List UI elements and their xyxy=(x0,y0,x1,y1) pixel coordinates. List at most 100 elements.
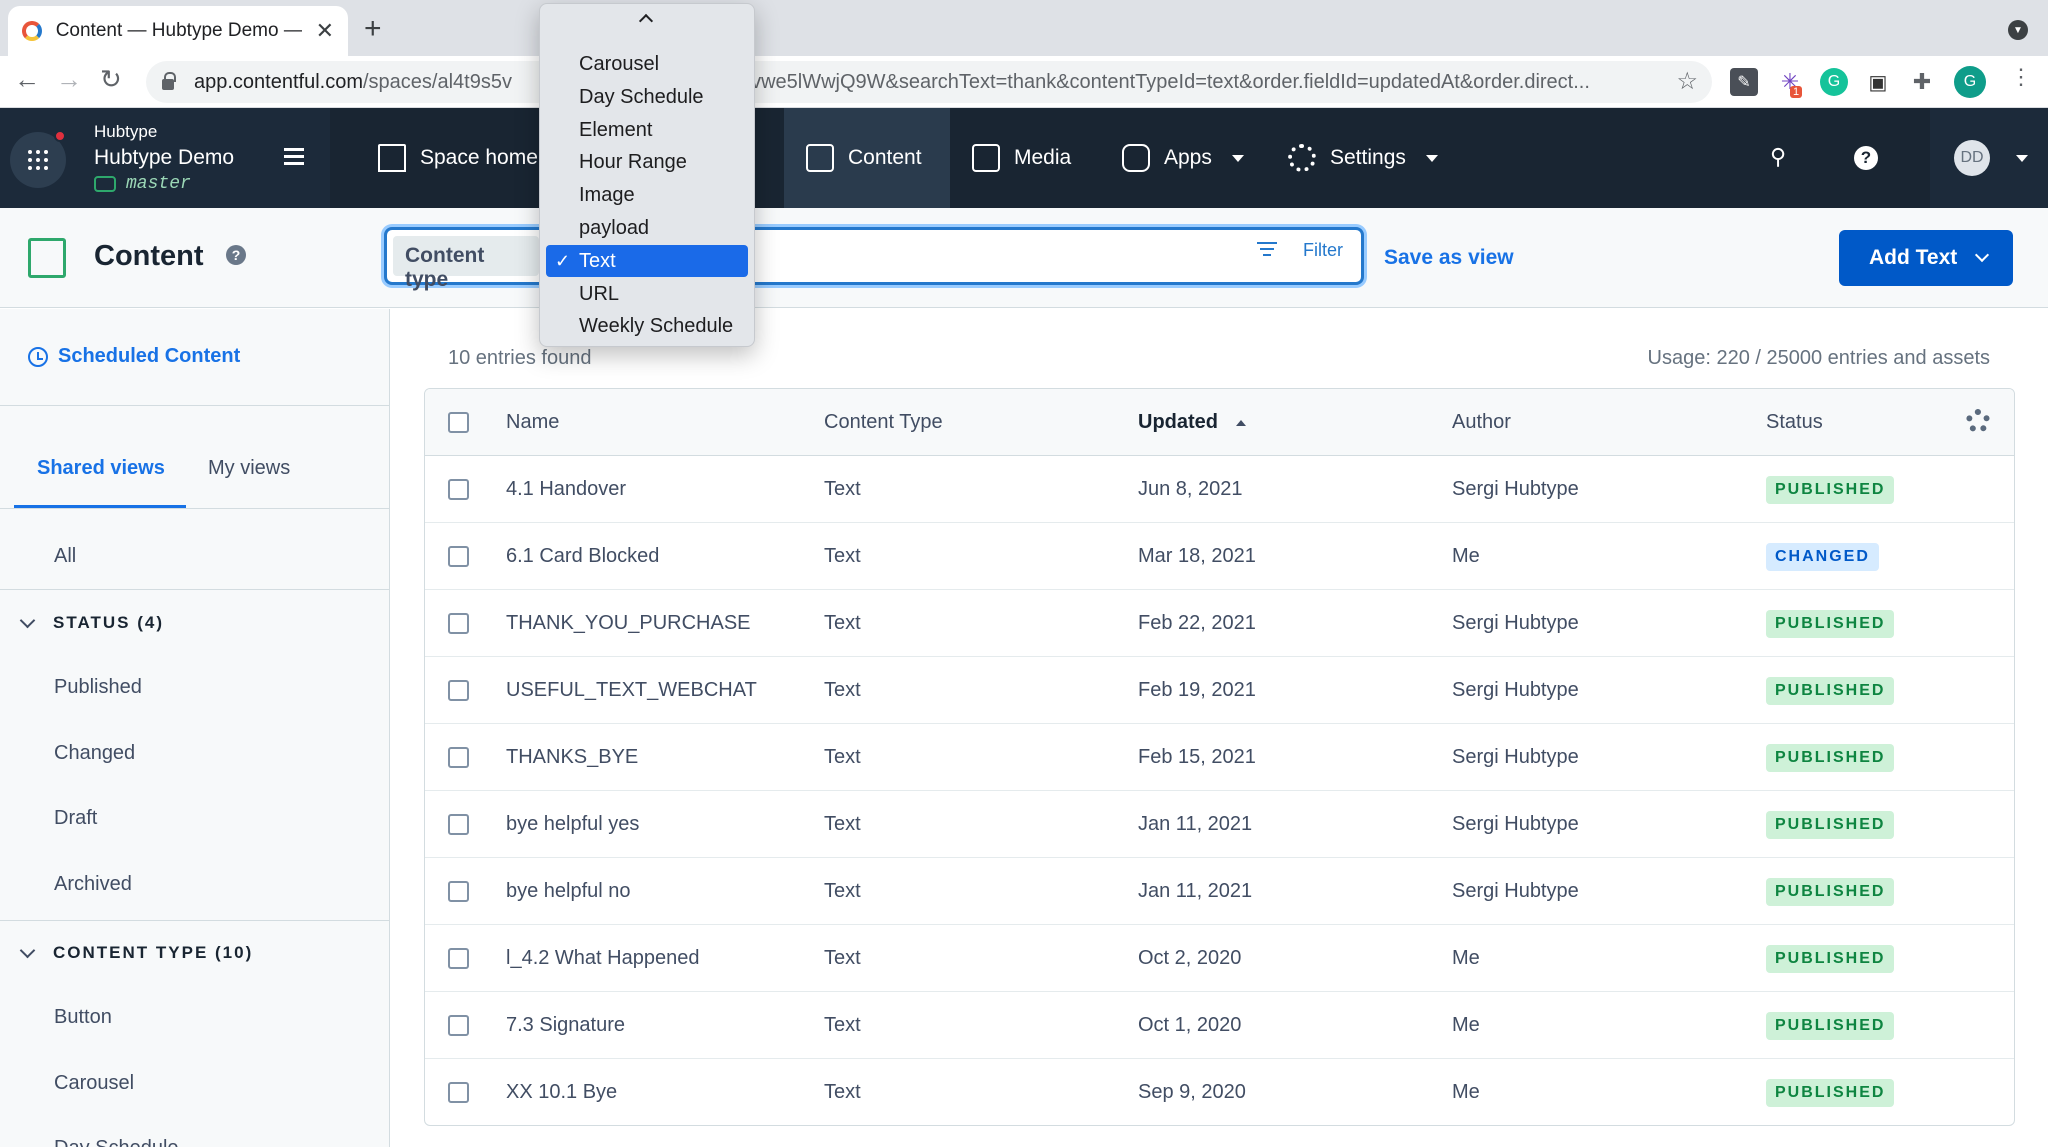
entry-name[interactable]: bye helpful no xyxy=(506,858,631,925)
content-type-filter-pill[interactable]: Content type xyxy=(393,236,539,291)
address-bar[interactable]: app.contentful.com/spaces/al4t9s5v nvwe5l… xyxy=(146,61,1712,103)
entry-name[interactable]: 6.1 Card Blocked xyxy=(506,523,659,590)
status-cell: PUBLISHED xyxy=(1766,456,1895,523)
column-status[interactable]: Status xyxy=(1766,389,1823,456)
row-checkbox[interactable] xyxy=(448,1082,469,1103)
add-entry-button[interactable]: Add Text xyxy=(1839,230,2013,286)
status-cell: PUBLISHED xyxy=(1766,992,1895,1059)
new-tab-icon[interactable]: + xyxy=(364,14,382,44)
tab-search-icon[interactable]: ▼ xyxy=(2008,20,2028,40)
dropdown-option[interactable]: Element xyxy=(546,114,748,146)
column-settings-gear-icon[interactable] xyxy=(1966,409,1990,433)
row-checkbox[interactable] xyxy=(448,479,469,500)
entry-content-type: Text xyxy=(824,746,861,768)
status-cell: PUBLISHED xyxy=(1766,1059,1895,1125)
bookmark-star-icon[interactable]: ☆ xyxy=(1676,67,1698,96)
browser-menu-icon[interactable]: ⋮ xyxy=(2010,66,2032,88)
column-author[interactable]: Author xyxy=(1452,389,1511,456)
status-badge: PUBLISHED xyxy=(1766,1078,1895,1107)
scroll-up-chevron-icon[interactable] xyxy=(638,13,654,29)
select-all-checkbox[interactable] xyxy=(448,412,469,433)
nav-apps[interactable]: Apps xyxy=(1100,108,1266,208)
dropdown-option[interactable]: ✓ Text xyxy=(546,244,748,277)
row-checkbox[interactable] xyxy=(448,680,469,701)
extensions-puzzle-icon[interactable]: ✚ xyxy=(1908,68,1936,96)
view-draft[interactable]: Draft xyxy=(54,807,97,830)
help-icon[interactable]: ? xyxy=(1854,146,1878,170)
extension-pen-icon[interactable]: ✎ xyxy=(1730,68,1758,96)
entry-name[interactable]: THANK_YOU_PURCHASE xyxy=(506,590,751,657)
row-checkbox[interactable] xyxy=(448,747,469,768)
table-row[interactable]: THANKS_BYE Text Feb 15, 2021 Sergi Hubtype P… xyxy=(425,724,2014,791)
entry-name[interactable]: USEFUL_TEXT_WEBCHAT xyxy=(506,657,757,724)
row-checkbox[interactable] xyxy=(448,881,469,902)
entry-content-type: Text xyxy=(824,612,861,634)
column-content-type[interactable]: Content Type xyxy=(824,389,943,456)
filter-button[interactable]: Filter xyxy=(1257,240,1343,261)
entry-name[interactable]: bye helpful yes xyxy=(506,791,639,858)
extension-camera-icon[interactable]: ▣ xyxy=(1864,68,1892,96)
column-name[interactable]: Name xyxy=(506,389,559,456)
table-row[interactable]: 6.1 Card Blocked Text Mar 18, 2021 Me CHANGE… xyxy=(425,523,2014,590)
entry-updated: Jan 11, 2021 xyxy=(1138,813,1253,835)
entry-name[interactable]: 4.1 Handover xyxy=(506,456,626,523)
nav-settings[interactable]: Settings xyxy=(1266,108,1460,208)
table-row[interactable]: USEFUL_TEXT_WEBCHAT Text Feb 19, 2021 Sergi… xyxy=(425,657,2014,724)
scheduled-content-link[interactable]: Scheduled Content xyxy=(28,345,240,368)
nav-media[interactable]: Media xyxy=(950,108,1093,208)
tab-my-views[interactable]: My views xyxy=(208,457,290,480)
view-type-button[interactable]: Button xyxy=(54,1006,112,1029)
forward-icon[interactable]: → xyxy=(56,66,82,92)
reload-icon[interactable]: ↻ xyxy=(100,66,122,92)
table-row[interactable]: 4.1 Handover Text Jun 8, 2021 Sergi Hubtype… xyxy=(425,456,2014,523)
view-changed[interactable]: Changed xyxy=(54,742,135,765)
status-group-toggle[interactable]: STATUS (4) xyxy=(19,612,164,633)
tab-close-icon[interactable]: ✕ xyxy=(316,18,334,44)
view-published[interactable]: Published xyxy=(54,676,142,699)
save-as-view-link[interactable]: Save as view xyxy=(1384,246,1514,270)
row-checkbox[interactable] xyxy=(448,546,469,567)
dropdown-option[interactable]: Carousel xyxy=(546,48,748,80)
table-row[interactable]: THANK_YOU_PURCHASE Text Feb 22, 2021 Sergi … xyxy=(425,590,2014,657)
search-icon[interactable]: ⚲ xyxy=(1770,144,1786,170)
status-cell: PUBLISHED xyxy=(1766,858,1895,925)
grammarly-icon[interactable]: G xyxy=(1820,68,1848,96)
dropdown-option[interactable]: URL xyxy=(546,278,748,310)
dropdown-option[interactable]: Day Schedule xyxy=(546,81,748,113)
nav-content[interactable]: Content xyxy=(784,108,950,208)
view-all[interactable]: All xyxy=(54,545,76,568)
row-checkbox[interactable] xyxy=(448,814,469,835)
dropdown-option[interactable]: Hour Range xyxy=(546,146,748,178)
profile-avatar[interactable]: G xyxy=(1954,66,1986,98)
table-row[interactable]: 7.3 Signature Text Oct 1, 2020 Me PUBLISHED xyxy=(425,992,2014,1059)
space-switcher[interactable]: Hubtype Hubtype Demo master xyxy=(0,108,330,208)
filter-icon xyxy=(1257,241,1277,260)
table-row[interactable]: bye helpful no Text Jan 11, 2021 Sergi Hubt… xyxy=(425,858,2014,925)
view-type-carousel[interactable]: Carousel xyxy=(54,1072,134,1095)
row-checkbox[interactable] xyxy=(448,1015,469,1036)
entry-name[interactable]: THANKS_BYE xyxy=(506,724,638,791)
entry-name[interactable]: l_4.2 What Happened xyxy=(506,925,699,992)
dropdown-option[interactable]: Weekly Schedule xyxy=(546,310,748,342)
dropdown-option[interactable]: payload xyxy=(546,212,748,244)
nav-space-home[interactable]: Space home xyxy=(356,108,560,208)
entry-name[interactable]: XX 10.1 Bye xyxy=(506,1059,617,1125)
browser-tab[interactable]: Content — Hubtype Demo — pl ✕ xyxy=(8,6,348,56)
column-updated[interactable]: Updated xyxy=(1138,389,1246,456)
hamburger-menu-icon[interactable] xyxy=(284,148,304,169)
user-menu[interactable]: DD xyxy=(1930,108,2048,208)
dropdown-option[interactable]: Image xyxy=(546,179,748,211)
entry-name[interactable]: 7.3 Signature xyxy=(506,992,625,1059)
search-bar[interactable]: Content type Filter xyxy=(384,227,1364,291)
content-type-group-toggle[interactable]: CONTENT TYPE (10) xyxy=(19,942,253,963)
table-row[interactable]: XX 10.1 Bye Text Sep 9, 2020 Me PUBLISHED xyxy=(425,1059,2014,1125)
row-checkbox[interactable] xyxy=(448,613,469,634)
tab-shared-views[interactable]: Shared views xyxy=(37,457,165,480)
back-icon[interactable]: ← xyxy=(14,66,40,92)
view-type-day-schedule[interactable]: Day Schedule xyxy=(54,1137,179,1147)
row-checkbox[interactable] xyxy=(448,948,469,969)
table-row[interactable]: bye helpful yes Text Jan 11, 2021 Sergi Hub… xyxy=(425,791,2014,858)
view-archived[interactable]: Archived xyxy=(54,873,132,896)
table-row[interactable]: l_4.2 What Happened Text Oct 2, 2020 Me PUBL… xyxy=(425,925,2014,992)
page-help-icon[interactable]: ? xyxy=(226,245,246,265)
